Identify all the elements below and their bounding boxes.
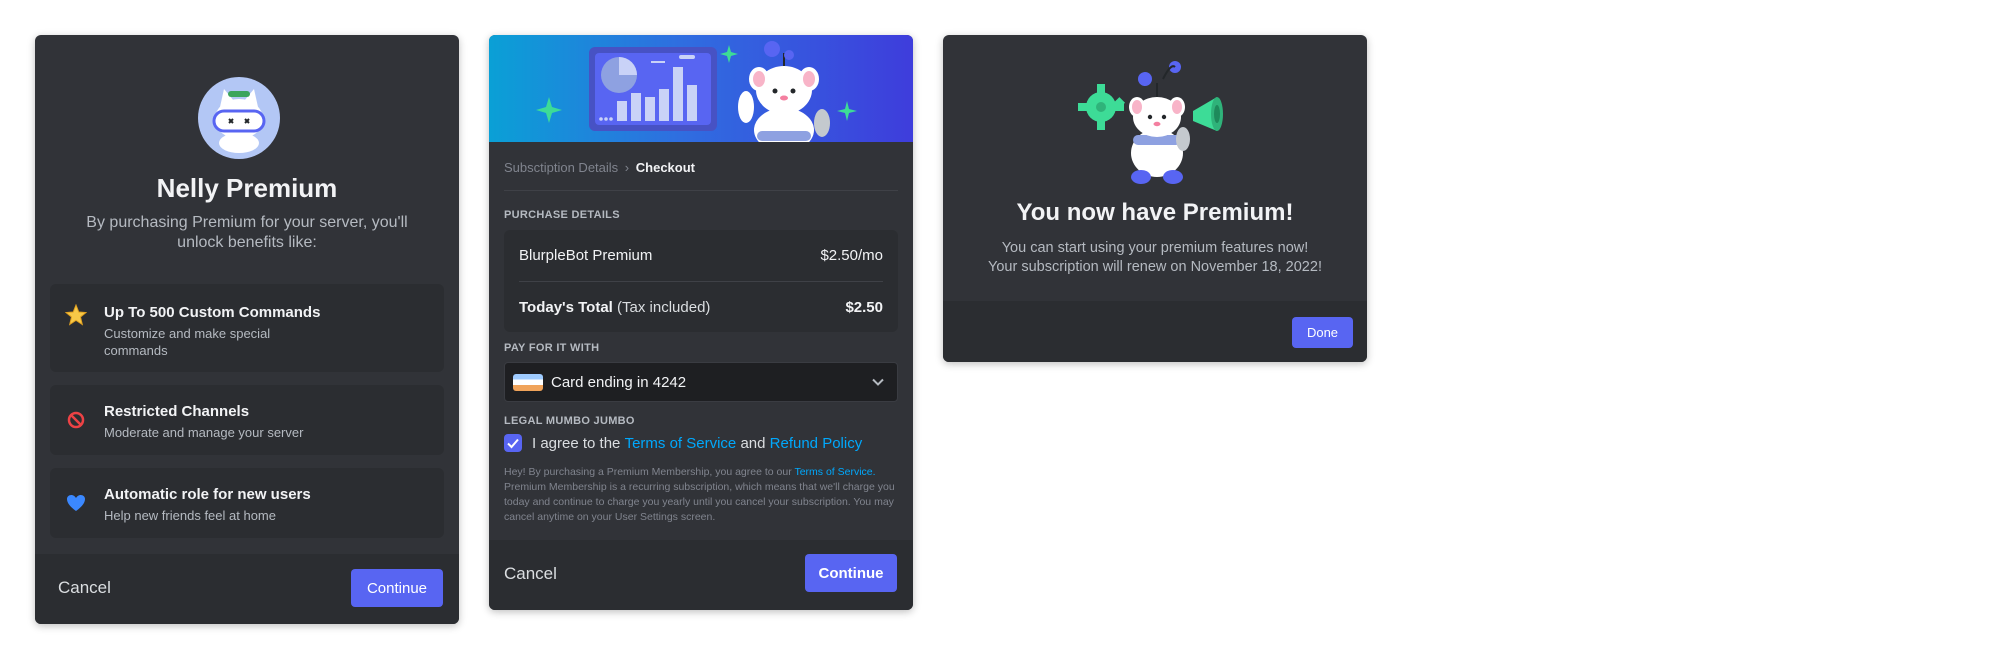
section-label: LEGAL MUMBO JUMBO xyxy=(504,415,635,427)
benefit-title: Restricted Channels xyxy=(104,403,250,420)
agree-terms-row: I agree to the Terms of Service and Refu… xyxy=(504,433,862,453)
modal-subtitle: By purchasing Premium for your server, y… xyxy=(86,214,408,251)
star-icon xyxy=(64,303,88,326)
fine-print-tos-link[interactable]: Terms of Service. xyxy=(794,466,875,478)
benefit-auto-role: Automatic role for new users Help new fr… xyxy=(50,468,444,538)
agree-checkbox[interactable] xyxy=(504,434,522,452)
terms-of-service-link[interactable]: Terms of Service xyxy=(625,435,737,452)
item-name: BlurpleBot Premium xyxy=(519,246,653,264)
benefit-restricted-channels: Restricted Channels Moderate and manage … xyxy=(50,385,444,455)
no-entry-icon xyxy=(65,409,87,431)
bot-avatar xyxy=(198,77,280,159)
cancel-button[interactable]: Cancel xyxy=(504,564,557,584)
benefit-description: Customize and make special commands xyxy=(104,326,271,358)
total-amount: $2.50 xyxy=(845,298,883,316)
refund-policy-link[interactable]: Refund Policy xyxy=(770,435,863,452)
total-note: (Tax included) xyxy=(617,298,711,316)
breadcrumb: Subsctiption Details › Checkout xyxy=(504,160,695,175)
credit-card-icon xyxy=(513,374,543,391)
modal-footer: Done xyxy=(943,301,1367,362)
modal-title: Nelly Premium xyxy=(156,173,338,203)
benefit-title: Automatic role for new users xyxy=(104,486,311,503)
payment-method-select[interactable]: Card ending in 4242 xyxy=(504,362,898,402)
chevron-down-icon xyxy=(871,375,885,392)
benefit-description: Help new friends feel at home xyxy=(104,508,276,523)
agree-and: and xyxy=(740,434,766,452)
premium-success-modal: You now have Premium! You can start usin… xyxy=(943,35,1367,362)
checkout-modal: Subsctiption Details › Checkout PURCHASE… xyxy=(489,35,913,610)
benefit-title: Up To 500 Custom Commands xyxy=(104,304,321,321)
success-title: You now have Premium! xyxy=(1016,199,1294,226)
continue-button[interactable]: Continue xyxy=(805,554,897,592)
agree-text: I agree to the xyxy=(532,434,621,452)
divider xyxy=(504,190,898,191)
renewal-line: Your subscription will renew on November… xyxy=(988,259,1322,275)
total-row: Today's Total (Tax included) $2.50 xyxy=(519,282,883,332)
breadcrumb-previous[interactable]: Subsctiption Details xyxy=(504,160,618,175)
celebration-illustration xyxy=(1078,61,1223,184)
blue-heart-icon xyxy=(65,492,87,514)
section-label: PAY FOR IT WITH xyxy=(504,342,600,354)
legal-fine-print: Hey! By purchasing a Premium Membership,… xyxy=(504,465,898,525)
purchase-summary: BlurpleBot Premium $2.50/mo Today's Tota… xyxy=(504,230,898,332)
section-label: PURCHASE DETAILS xyxy=(504,209,620,221)
premium-intro-modal: Nelly Premium By purchasing Premium for … xyxy=(35,35,459,624)
fine-print-text: Hey! By purchasing a Premium Membership,… xyxy=(504,466,792,478)
chevron-right-icon: › xyxy=(624,160,630,175)
total-label: Today's Total xyxy=(519,298,613,316)
benefit-description: Moderate and manage your server xyxy=(104,425,304,440)
done-button[interactable]: Done xyxy=(1292,317,1353,348)
modal-footer: Cancel Continue xyxy=(35,554,459,624)
benefit-custom-commands: Up To 500 Custom Commands Customize and … xyxy=(50,284,444,372)
line-item: BlurpleBot Premium $2.50/mo xyxy=(519,230,883,280)
cancel-button[interactable]: Cancel xyxy=(58,578,111,598)
continue-button[interactable]: Continue xyxy=(351,569,443,607)
checkout-banner-illustration xyxy=(489,35,913,142)
payment-method-value: Card ending in 4242 xyxy=(551,374,687,391)
fine-print-text: Premium Membership is a recurring subscr… xyxy=(504,481,895,523)
item-price: $2.50/mo xyxy=(820,246,883,264)
success-line: You can start using your premium feature… xyxy=(1001,240,1309,256)
success-description: You can start using your premium feature… xyxy=(963,239,1347,277)
breadcrumb-current: Checkout xyxy=(635,160,695,175)
modal-footer: Cancel Continue xyxy=(489,540,913,610)
